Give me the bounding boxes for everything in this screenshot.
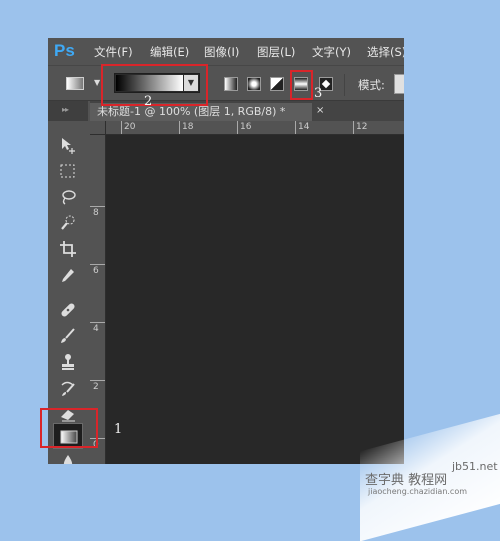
ruler-label: 8 (93, 208, 99, 218)
tool-preset-icon[interactable] (66, 77, 84, 90)
ruler-tick (295, 121, 296, 134)
watermark-url: jiaocheng.chazidian.com (368, 487, 468, 496)
radial-gradient-icon[interactable] (247, 77, 261, 91)
menu-edit[interactable]: 编辑(E) (150, 44, 189, 60)
ruler-label: 12 (356, 122, 368, 132)
ruler-label: 6 (93, 266, 99, 276)
menu-bar: Ps 文件(F) 编辑(E) 图像(I) 图层(L) 文字(Y) 选择(S) (48, 38, 404, 65)
menu-image[interactable]: 图像(I) (204, 44, 239, 60)
eyedropper-tool-button[interactable] (48, 262, 88, 288)
annotation-number-1: 1 (114, 422, 123, 437)
blur-tool-button[interactable] (48, 449, 88, 464)
angle-gradient-icon[interactable] (270, 77, 284, 91)
mode-dropdown[interactable] (394, 74, 404, 94)
ruler-tick (353, 121, 354, 134)
ps-logo: Ps (54, 41, 75, 60)
horizontal-ruler: 20 18 16 14 12 (106, 121, 404, 135)
ruler-label: 2 (93, 382, 99, 392)
document-canvas[interactable] (106, 135, 404, 464)
highlight-gradient-tool (40, 408, 98, 448)
ruler-label: 4 (93, 324, 99, 334)
annotation-number-2: 2 (144, 94, 153, 109)
highlight-reflected-gradient (290, 70, 313, 100)
highlight-gradient-picker (101, 64, 208, 106)
lasso-tool-button[interactable] (48, 184, 88, 210)
close-icon[interactable]: × (316, 105, 324, 116)
ruler-label: 16 (240, 122, 252, 132)
ruler-tick (90, 322, 105, 323)
rectangular-marquee-icon (60, 164, 75, 178)
ruler-tick (90, 264, 105, 265)
history-brush-icon (61, 381, 75, 396)
healing-brush-icon (61, 303, 75, 317)
history-brush-tool-button[interactable] (48, 375, 88, 401)
ruler-tick (237, 121, 238, 134)
eyedropper-icon (62, 269, 74, 282)
crop-icon (60, 241, 76, 257)
brush-icon (61, 328, 75, 343)
linear-gradient-icon[interactable] (224, 77, 238, 91)
ruler-tick (179, 121, 180, 134)
clone-stamp-icon (62, 354, 74, 370)
tool-preset-arrow-icon[interactable]: ▼ (94, 78, 100, 87)
ruler-tick (121, 121, 122, 134)
move-tool-button[interactable] (48, 132, 88, 158)
watermark-site: jb51.net (452, 460, 498, 473)
toolbar-header: ▸▸ (48, 101, 88, 121)
menu-select[interactable]: 选择(S) (367, 44, 404, 60)
menu-type[interactable]: 文字(Y) (312, 44, 351, 60)
ruler-tick (90, 380, 105, 381)
ruler-label: 14 (298, 122, 310, 132)
brush-tool-button[interactable] (48, 323, 88, 349)
ruler-label: 20 (124, 122, 136, 132)
marquee-tool-button[interactable] (48, 158, 88, 184)
healing-brush-tool-button[interactable] (48, 297, 88, 323)
lasso-icon (62, 190, 76, 205)
clone-stamp-tool-button[interactable] (48, 349, 88, 375)
blur-drop-icon (63, 455, 73, 464)
options-separator (344, 74, 345, 96)
menu-layer[interactable]: 图层(L) (257, 44, 295, 60)
ruler-tick (90, 206, 105, 207)
ruler-label: 18 (182, 122, 194, 132)
quick-selection-icon (61, 215, 75, 230)
crop-tool-button[interactable] (48, 236, 88, 262)
menu-file[interactable]: 文件(F) (94, 44, 133, 60)
watermark-title: 查字典 教程网 (365, 473, 448, 488)
mode-label: 模式: (358, 78, 385, 92)
move-icon (62, 138, 75, 154)
annotation-number-3: 3 (314, 86, 323, 101)
quick-selection-tool-button[interactable] (48, 210, 88, 236)
collapse-icon[interactable]: ▸▸ (62, 105, 69, 114)
ruler-corner (90, 121, 106, 135)
